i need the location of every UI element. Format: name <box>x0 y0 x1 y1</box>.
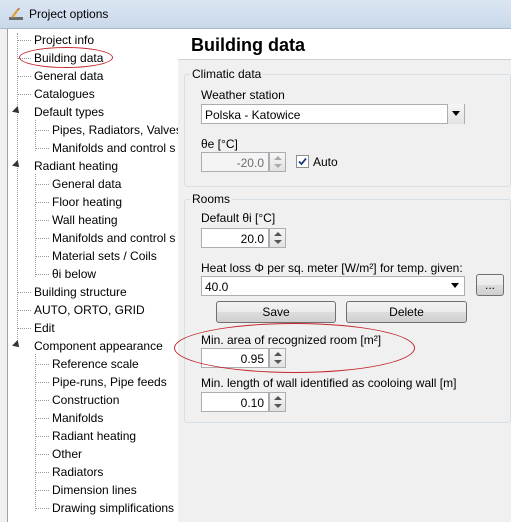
min-wall-label: Min. length of wall identified as cooloi… <box>201 376 457 390</box>
min-wall-value: 0.10 <box>240 396 264 410</box>
theta-i-input[interactable]: 20.0 <box>201 228 269 248</box>
tree-item-manifolds-control[interactable]: Manifolds and control s <box>52 139 175 157</box>
min-wall-spinner[interactable] <box>269 392 286 412</box>
tree-item-rh-general-data[interactable]: General data <box>52 175 121 193</box>
tree-item-catalogues[interactable]: Catalogues <box>34 85 95 103</box>
theta-e-label: θe [°C] <box>201 137 238 151</box>
expand-arrow-icon[interactable] <box>12 160 22 170</box>
tree-item-radiators[interactable]: Radiators <box>52 463 103 481</box>
title-bar: Project options <box>0 0 511 29</box>
theta-i-value: 20.0 <box>240 232 264 246</box>
tree-item-manifolds[interactable]: Manifolds <box>52 409 103 427</box>
theta-e-spinner[interactable] <box>269 152 286 172</box>
tree-item-rh-manifolds-control[interactable]: Manifolds and control s <box>52 229 175 247</box>
tree-item-floor-heating[interactable]: Floor heating <box>52 193 122 211</box>
min-wall-input[interactable]: 0.10 <box>201 392 269 412</box>
page-title: Building data <box>191 35 305 55</box>
theta-e-value: -20.0 <box>236 156 264 170</box>
tree-item-default-types[interactable]: Default types <box>34 103 104 121</box>
heat-loss-value: 40.0 <box>205 280 229 294</box>
tree-item-auto-orto-grid[interactable]: AUTO, ORTO, GRID <box>34 301 145 319</box>
weather-station-label: Weather station <box>201 88 285 102</box>
auto-label: Auto <box>313 155 338 169</box>
tree-item-wall-heating[interactable]: Wall heating <box>52 211 118 229</box>
tree-item-general-data[interactable]: General data <box>34 67 103 85</box>
rooms-label: Rooms <box>190 192 233 206</box>
heat-loss-select[interactable]: 40.0 <box>201 276 465 296</box>
auto-checkbox[interactable] <box>296 155 309 168</box>
expand-arrow-icon[interactable] <box>12 340 22 350</box>
theta-i-label: Default θi [°C] <box>201 211 276 225</box>
tree-item-ca-radiant-heating[interactable]: Radiant heating <box>52 427 136 445</box>
delete-button[interactable]: Delete <box>346 301 467 323</box>
tree-item-other[interactable]: Other <box>52 445 82 463</box>
theta-i-spinner[interactable] <box>269 228 286 248</box>
more-options-button[interactable]: ... <box>476 274 504 296</box>
checkmark-icon <box>298 157 307 166</box>
chevron-down-icon[interactable] <box>447 104 464 124</box>
tree-guide <box>35 174 36 277</box>
expand-arrow-icon[interactable] <box>12 106 22 116</box>
chevron-down-icon[interactable] <box>447 276 464 296</box>
page-header: Building data <box>178 29 511 60</box>
options-tree[interactable]: Project info Building data General data … <box>7 29 179 522</box>
tree-guide <box>35 354 36 511</box>
heat-loss-label: Heat loss Φ per sq. meter [W/m²] for tem… <box>201 261 463 275</box>
save-button[interactable]: Save <box>216 301 336 323</box>
highlight-ellipse <box>19 47 113 68</box>
weather-station-value: Polska - Katowice <box>205 108 301 122</box>
weather-station-select[interactable]: Polska - Katowice <box>201 104 465 124</box>
tree-item-drawing-simplifications[interactable]: Drawing simplifications <box>52 499 174 517</box>
highlight-ellipse <box>174 323 415 373</box>
tree-guide <box>17 33 18 343</box>
app-icon <box>9 8 23 20</box>
tree-guide <box>35 120 36 151</box>
tree-item-theta-i-below[interactable]: θi below <box>52 265 96 283</box>
tree-item-pipes-radiators-valves[interactable]: Pipes, Radiators, Valves <box>52 121 178 139</box>
tree-item-reference-scale[interactable]: Reference scale <box>52 355 139 373</box>
tree-item-dimension-lines[interactable]: Dimension lines <box>52 481 137 499</box>
main-panel: Building data Climatic data Weather stat… <box>174 29 511 522</box>
tree-item-edit[interactable]: Edit <box>34 319 55 337</box>
tree-item-construction[interactable]: Construction <box>52 391 119 409</box>
tree-item-building-structure[interactable]: Building structure <box>34 283 127 301</box>
tree-item-component-appearance[interactable]: Component appearance <box>34 337 163 355</box>
tree-item-material-sets[interactable]: Material sets / Coils <box>52 247 157 265</box>
tree-item-radiant-heating[interactable]: Radiant heating <box>34 157 118 175</box>
window-title: Project options <box>29 7 109 21</box>
theta-e-input[interactable]: -20.0 <box>201 152 269 172</box>
tree-item-pipe-runs[interactable]: Pipe-runs, Pipe feeds <box>52 373 167 391</box>
climatic-data-label: Climatic data <box>190 67 264 81</box>
